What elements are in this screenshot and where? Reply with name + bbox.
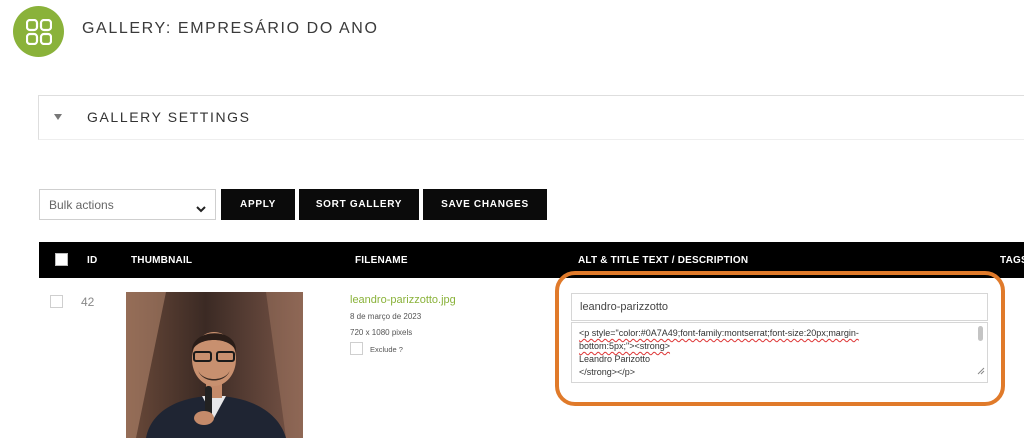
apply-button[interactable]: APPLY [221, 189, 295, 220]
highlight-annotation [555, 271, 1005, 406]
column-header-id[interactable]: ID [87, 255, 97, 266]
column-header-tags: TAGS [1000, 255, 1024, 266]
triangle-down-icon[interactable] [54, 114, 62, 120]
file-dimensions: 720 x 1080 pixels [350, 328, 413, 337]
row-checkbox[interactable] [50, 295, 63, 308]
sort-gallery-button[interactable]: SORT GALLERY [299, 189, 419, 220]
chevron-down-icon [196, 200, 206, 218]
column-header-thumbnail: THUMBNAIL [131, 255, 193, 266]
page-title: GALLERY: EMPRESÁRIO DO ANO [82, 20, 379, 37]
save-changes-button[interactable]: SAVE CHANGES [423, 189, 547, 220]
column-header-alt-text: ALT & TITLE TEXT / DESCRIPTION [578, 255, 749, 266]
select-all-checkbox[interactable] [55, 253, 68, 266]
thumbnail-image[interactable] [126, 292, 303, 438]
gallery-settings-title: GALLERY SETTINGS [87, 109, 251, 125]
row-id: 42 [81, 295, 95, 309]
bulk-actions-label: Bulk actions [49, 198, 114, 212]
file-date: 8 de março de 2023 [350, 312, 422, 321]
exclude-checkbox[interactable] [350, 342, 363, 355]
column-header-filename[interactable]: FILENAME [355, 255, 408, 266]
gallery-settings-panel[interactable]: GALLERY SETTINGS [38, 95, 1024, 140]
filename-link[interactable]: leandro-parizzotto.jpg [350, 294, 456, 306]
grid-icon[interactable] [13, 6, 64, 57]
exclude-label: Exclude ? [370, 345, 403, 354]
bulk-actions-select[interactable]: Bulk actions [39, 189, 216, 220]
